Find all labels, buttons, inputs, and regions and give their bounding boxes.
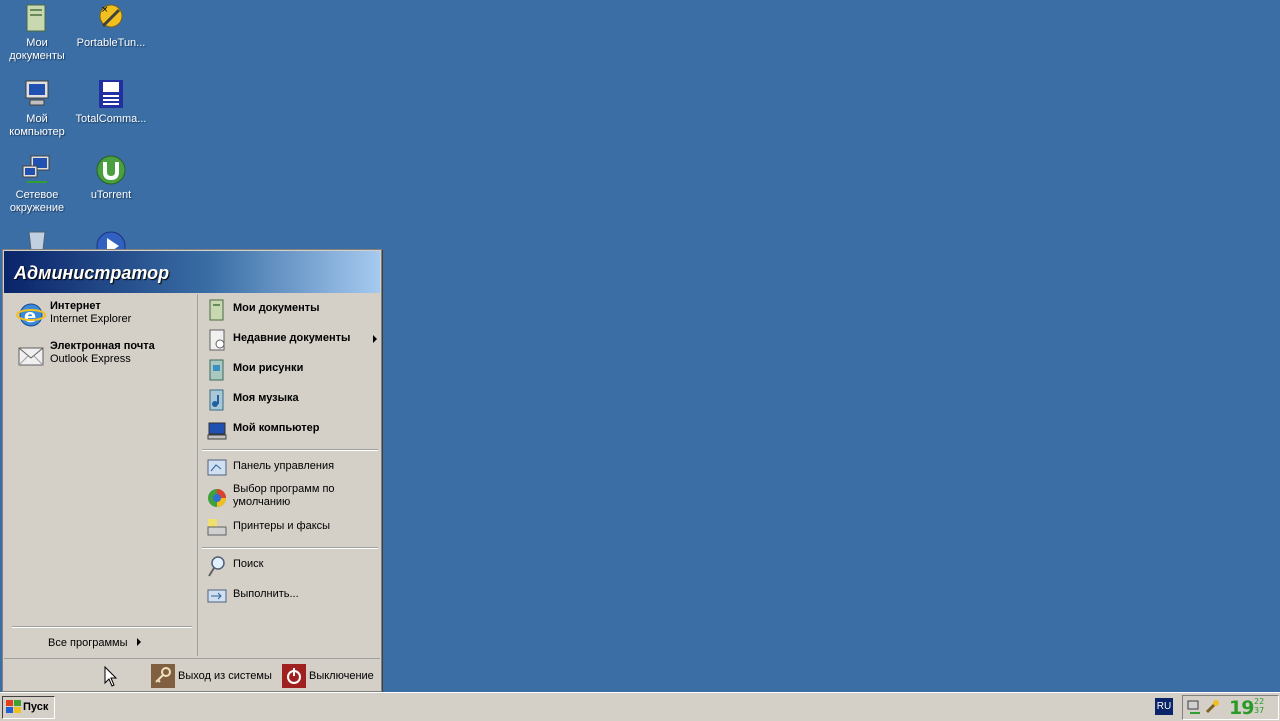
menu-item-my-pictures[interactable]: Мои рисунки	[204, 356, 380, 382]
svg-text:×: ×	[101, 5, 109, 15]
start-button[interactable]: Пуск	[2, 696, 55, 719]
key-icon	[151, 664, 175, 688]
desktop-icon-label: Мои	[26, 37, 48, 49]
start-menu-header: Администратор	[4, 251, 380, 293]
pinned-separator	[12, 626, 192, 628]
my-computer-icon	[21, 78, 53, 110]
desktop-icon-label: Мой	[26, 113, 48, 125]
outlook-express-icon	[16, 341, 46, 369]
my-computer-icon	[206, 419, 228, 441]
desktop-icon-label: PortableTun...	[76, 37, 146, 49]
my-pictures-icon	[206, 359, 228, 381]
pinned-subtitle: Outlook Express	[50, 353, 131, 365]
desktop-icon-label: uTorrent	[90, 189, 132, 201]
menu-item-label-line-2: умолчанию	[233, 496, 291, 508]
start-menu-pinned-panel: e Интернет Internet Explorer Электронная…	[4, 294, 196, 656]
desktop-icon-label: Сетевое	[15, 189, 59, 201]
menu-item-label: Мой компьютер	[233, 422, 320, 434]
system-tray: 19 22 37	[1182, 695, 1279, 720]
desktop-icon-label: документы	[9, 50, 65, 62]
menu-item-label: Мои рисунки	[233, 362, 304, 374]
windows-logo-icon	[6, 700, 21, 717]
menu-item-recent-documents[interactable]: Недавние документы	[204, 326, 380, 352]
desktop-icon-network-places[interactable]: Сетевое окружение	[0, 154, 74, 215]
clock-minutes-value: 22	[1254, 697, 1265, 706]
clock-minutes: 22 37	[1254, 697, 1264, 715]
desktop-icon-portable-tuner[interactable]: × PortableTun...	[74, 2, 148, 50]
power-icon	[282, 664, 306, 688]
start-menu: Администратор e Интернет Internet Explor…	[2, 249, 382, 692]
all-programs-button[interactable]: Все программы	[48, 637, 127, 649]
taskbar: Пуск RU 19 22 37	[0, 692, 1280, 721]
language-indicator[interactable]: RU	[1155, 698, 1173, 715]
printers-faxes-icon	[206, 517, 228, 539]
menu-item-label-line-1: Выбор программ по	[233, 483, 335, 495]
user-name: Администратор	[14, 263, 170, 283]
menu-item-control-panel[interactable]: Панель управления	[204, 454, 380, 480]
menu-item-my-computer[interactable]: Мой компьютер	[204, 416, 380, 442]
menu-item-printers-faxes[interactable]: Принтеры и факсы	[204, 514, 380, 540]
logoff-label: Выход из системы	[178, 670, 272, 682]
menu-item-label: Мои документы	[233, 302, 320, 314]
desktop-icon-total-commander[interactable]: TotalComma...	[74, 78, 148, 126]
menu-item-label: Принтеры и факсы	[233, 520, 331, 532]
chevron-right-icon	[373, 335, 377, 343]
run-icon	[206, 585, 228, 607]
control-panel-icon	[206, 457, 228, 479]
desktop-icon-label: компьютер	[9, 126, 65, 138]
chevron-right-icon	[137, 638, 141, 646]
menu-item-label: Панель управления	[233, 460, 335, 472]
pinned-subtitle: Internet Explorer	[50, 313, 132, 325]
menu-item-label: Моя музыка	[233, 392, 299, 404]
desktop-icon-label: окружение	[9, 202, 65, 214]
pinned-item-internet[interactable]: e Интернет Internet Explorer	[14, 298, 194, 332]
default-programs-icon	[206, 487, 228, 509]
shutdown-label: Выключение	[309, 670, 374, 682]
menu-item-search[interactable]: Поиск	[204, 552, 380, 578]
menu-item-label: Недавние документы	[233, 332, 351, 344]
desktop-icon-utorrent[interactable]: uTorrent	[74, 154, 148, 202]
utorrent-icon	[95, 154, 127, 186]
clock-seconds-value: 37	[1254, 706, 1265, 715]
menu-item-label: Выполнить...	[233, 588, 299, 600]
menu-item-label: Поиск	[233, 558, 264, 570]
desktop-icon-my-computer[interactable]: Мой компьютер	[0, 78, 74, 139]
internet-explorer-icon: e	[16, 301, 46, 329]
pinned-title: Электронная почта	[50, 340, 155, 352]
tray-network-icon[interactable]	[1186, 699, 1202, 718]
my-documents-icon	[206, 299, 228, 321]
search-icon	[206, 555, 228, 577]
my-documents-icon	[21, 2, 53, 34]
desktop-icon-my-documents[interactable]: Мои документы	[0, 2, 74, 63]
pinned-title: Интернет	[50, 300, 101, 312]
menu-item-run[interactable]: Выполнить...	[204, 582, 380, 608]
menu-item-label: Выбор программ по умолчанию	[233, 483, 335, 509]
portable-tuner-icon: ×	[95, 2, 127, 34]
my-music-icon	[206, 389, 228, 411]
tools-separator	[202, 547, 378, 549]
menu-item-default-programs[interactable]: Выбор программ по умолчанию	[204, 483, 380, 510]
tray-tools-icon[interactable]	[1204, 699, 1220, 718]
places-separator	[202, 449, 378, 451]
start-label: Пуск	[23, 701, 49, 713]
pinned-item-email[interactable]: Электронная почта Outlook Express	[14, 338, 194, 372]
menu-item-my-music[interactable]: Моя музыка	[204, 386, 380, 412]
network-places-icon	[21, 154, 53, 186]
start-menu-footer: Выход из системы Выключение	[4, 658, 380, 691]
mouse-cursor-icon	[104, 665, 118, 688]
total-commander-icon	[95, 78, 127, 110]
recent-documents-icon	[206, 329, 228, 351]
menu-item-my-documents[interactable]: Мои документы	[204, 296, 380, 322]
desktop-icon-label: TotalComma...	[75, 113, 147, 125]
clock-hours[interactable]: 19	[1229, 697, 1254, 719]
start-menu-places-panel: Мои документы Недавние документы Мои рис…	[197, 294, 381, 656]
